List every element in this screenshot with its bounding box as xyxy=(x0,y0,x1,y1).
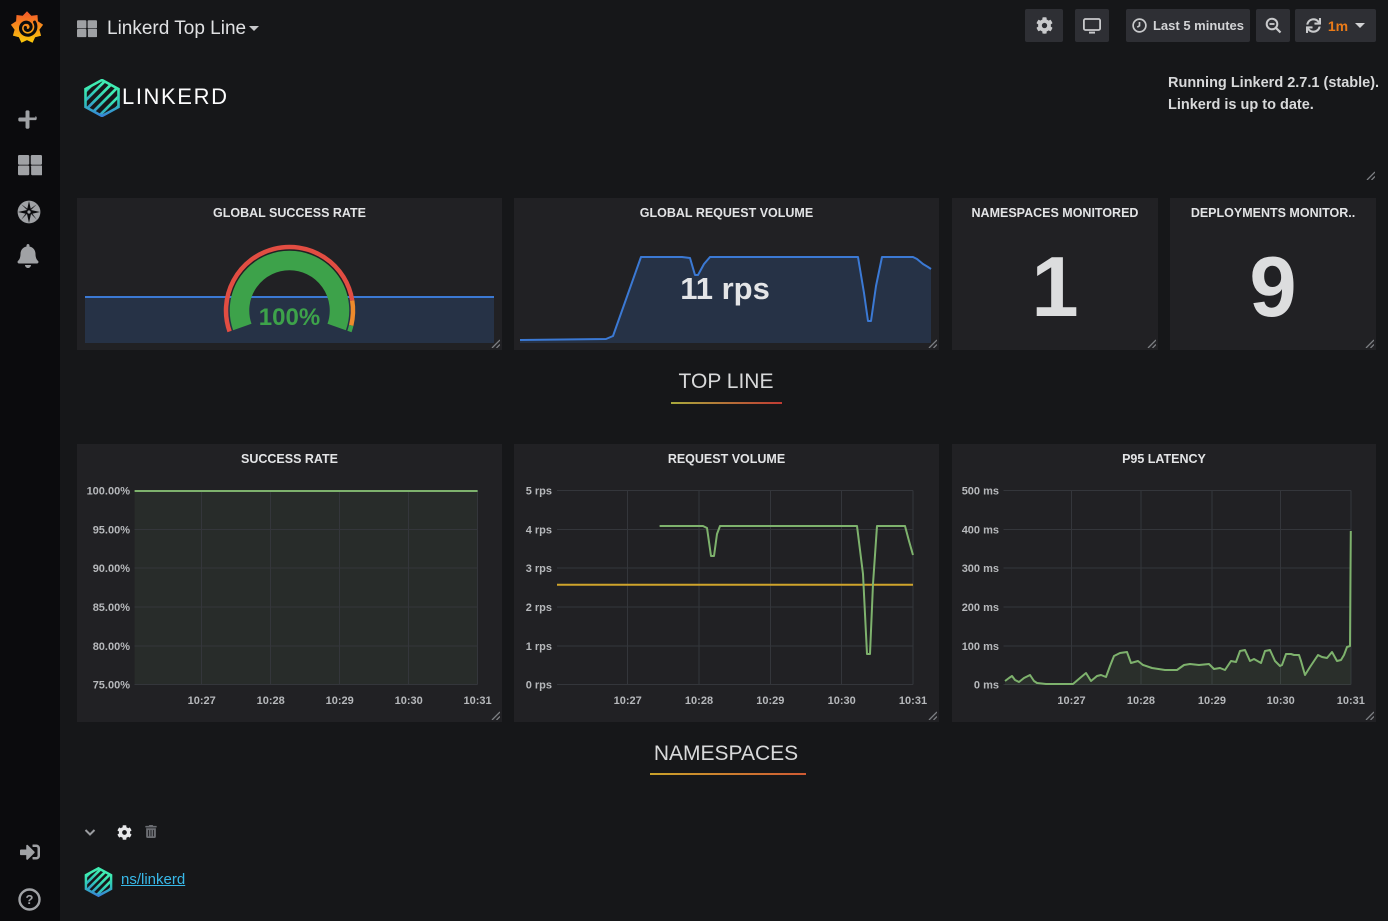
svg-text:2 rps: 2 rps xyxy=(526,602,552,614)
svg-text:1: 1 xyxy=(1031,240,1078,335)
svg-text:10:31: 10:31 xyxy=(899,695,927,707)
svg-text:10:28: 10:28 xyxy=(1127,695,1155,707)
svg-text:95.00%: 95.00% xyxy=(93,524,131,536)
svg-text:100.00%: 100.00% xyxy=(87,486,131,498)
svg-text:10:29: 10:29 xyxy=(1198,695,1226,707)
svg-text:75.00%: 75.00% xyxy=(93,680,131,692)
svg-text:10:28: 10:28 xyxy=(257,695,285,707)
svg-text:85.00%: 85.00% xyxy=(93,602,131,614)
svg-text:5 rps: 5 rps xyxy=(526,486,552,498)
svg-text:300 ms: 300 ms xyxy=(962,563,999,575)
svg-text:10:27: 10:27 xyxy=(614,695,642,707)
svg-text:80.00%: 80.00% xyxy=(93,641,131,653)
svg-text:9: 9 xyxy=(1249,240,1296,335)
svg-text:10:27: 10:27 xyxy=(1057,695,1085,707)
svg-text:10:31: 10:31 xyxy=(464,695,492,707)
svg-text:400 ms: 400 ms xyxy=(962,524,999,536)
svg-text:3 rps: 3 rps xyxy=(526,563,552,575)
svg-text:90.00%: 90.00% xyxy=(93,563,131,575)
svg-text:10:29: 10:29 xyxy=(326,695,354,707)
svg-text:0 ms: 0 ms xyxy=(974,680,999,692)
svg-text:11 rps: 11 rps xyxy=(680,271,770,306)
svg-text:100 ms: 100 ms xyxy=(962,641,999,653)
svg-text:10:31: 10:31 xyxy=(1337,695,1365,707)
svg-text:500 ms: 500 ms xyxy=(962,486,999,498)
svg-text:10:30: 10:30 xyxy=(395,695,423,707)
svg-text:200 ms: 200 ms xyxy=(962,602,999,614)
svg-text:4 rps: 4 rps xyxy=(526,524,552,536)
svg-text:?: ? xyxy=(26,892,34,907)
svg-text:0 rps: 0 rps xyxy=(526,680,552,692)
svg-text:10:27: 10:27 xyxy=(188,695,216,707)
svg-text:10:30: 10:30 xyxy=(828,695,856,707)
svg-text:10:28: 10:28 xyxy=(685,695,713,707)
svg-text:10:30: 10:30 xyxy=(1267,695,1295,707)
svg-text:10:29: 10:29 xyxy=(756,695,784,707)
svg-text:1 rps: 1 rps xyxy=(526,641,552,653)
svg-text:100%: 100% xyxy=(259,304,320,331)
